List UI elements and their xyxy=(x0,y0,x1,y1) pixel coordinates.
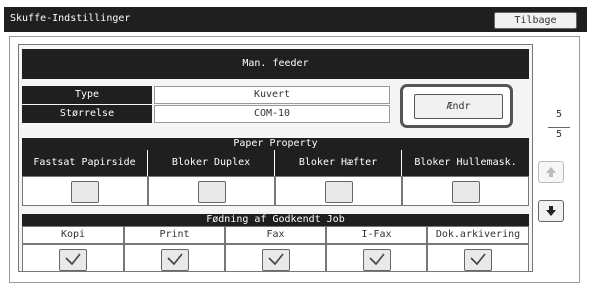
cell-print xyxy=(124,244,225,272)
cell-fastsat-papirside xyxy=(22,176,148,206)
col-fax: Fax xyxy=(225,226,326,244)
page-total: 5 xyxy=(555,129,563,140)
checkmark-icon xyxy=(65,253,81,266)
checkmark-icon xyxy=(470,253,486,266)
checkbox-kopi[interactable] xyxy=(59,249,87,271)
checkbox-fax[interactable] xyxy=(261,249,290,271)
checkbox-bloker-hullemask[interactable] xyxy=(451,181,480,203)
cell-kopi xyxy=(22,244,124,272)
type-label: Type xyxy=(22,86,152,104)
col-dok-arkivering: Dok.arkivering xyxy=(427,226,529,244)
cell-i-fax xyxy=(326,244,427,272)
cell-bloker-hullemask xyxy=(402,176,529,206)
screen-title: Skuffe-Indstillinger xyxy=(10,13,131,24)
page-current: 5 xyxy=(555,109,563,120)
size-label: Størrelse xyxy=(22,105,152,123)
checkmark-icon xyxy=(166,253,183,266)
checkmark-icon xyxy=(368,253,385,266)
approved-job-title: Fødning af Godkendt Job xyxy=(22,214,529,226)
cell-bloker-haefter xyxy=(275,176,402,206)
page-divider xyxy=(548,127,570,128)
paper-property-title: Paper Property xyxy=(22,138,529,150)
scroll-up-button[interactable] xyxy=(538,161,564,183)
col-print: Print xyxy=(124,226,225,244)
size-value: COM-10 xyxy=(154,105,390,123)
back-button[interactable]: Tilbage xyxy=(494,12,577,29)
checkbox-i-fax[interactable] xyxy=(362,249,391,271)
checkbox-bloker-duplex[interactable] xyxy=(197,181,226,203)
col-i-fax: I-Fax xyxy=(326,226,427,244)
cell-fax xyxy=(225,244,326,272)
checkbox-fastsat-papirside[interactable] xyxy=(71,181,99,203)
feeder-title: Man. feeder xyxy=(22,49,529,79)
col-bloker-duplex: Bloker Duplex xyxy=(148,150,275,176)
cell-bloker-duplex xyxy=(148,176,275,206)
scroll-down-button[interactable] xyxy=(538,200,564,222)
col-bloker-hullemask: Bloker Hullemask. xyxy=(402,150,529,176)
type-value: Kuvert xyxy=(154,86,390,104)
cell-dok-arkivering xyxy=(427,244,529,272)
col-fastsat-papirside: Fastsat Papirside xyxy=(22,150,148,176)
checkbox-bloker-haefter[interactable] xyxy=(324,181,353,203)
checkbox-dok-arkivering[interactable] xyxy=(464,249,492,271)
change-button[interactable]: Ændr xyxy=(414,94,503,119)
col-kopi: Kopi xyxy=(22,226,124,244)
arrow-down-icon xyxy=(546,206,556,216)
col-bloker-haefter: Bloker Hæfter xyxy=(275,150,402,176)
arrow-up-icon xyxy=(546,167,556,177)
checkmark-icon xyxy=(267,253,284,266)
checkbox-print[interactable] xyxy=(160,249,189,271)
